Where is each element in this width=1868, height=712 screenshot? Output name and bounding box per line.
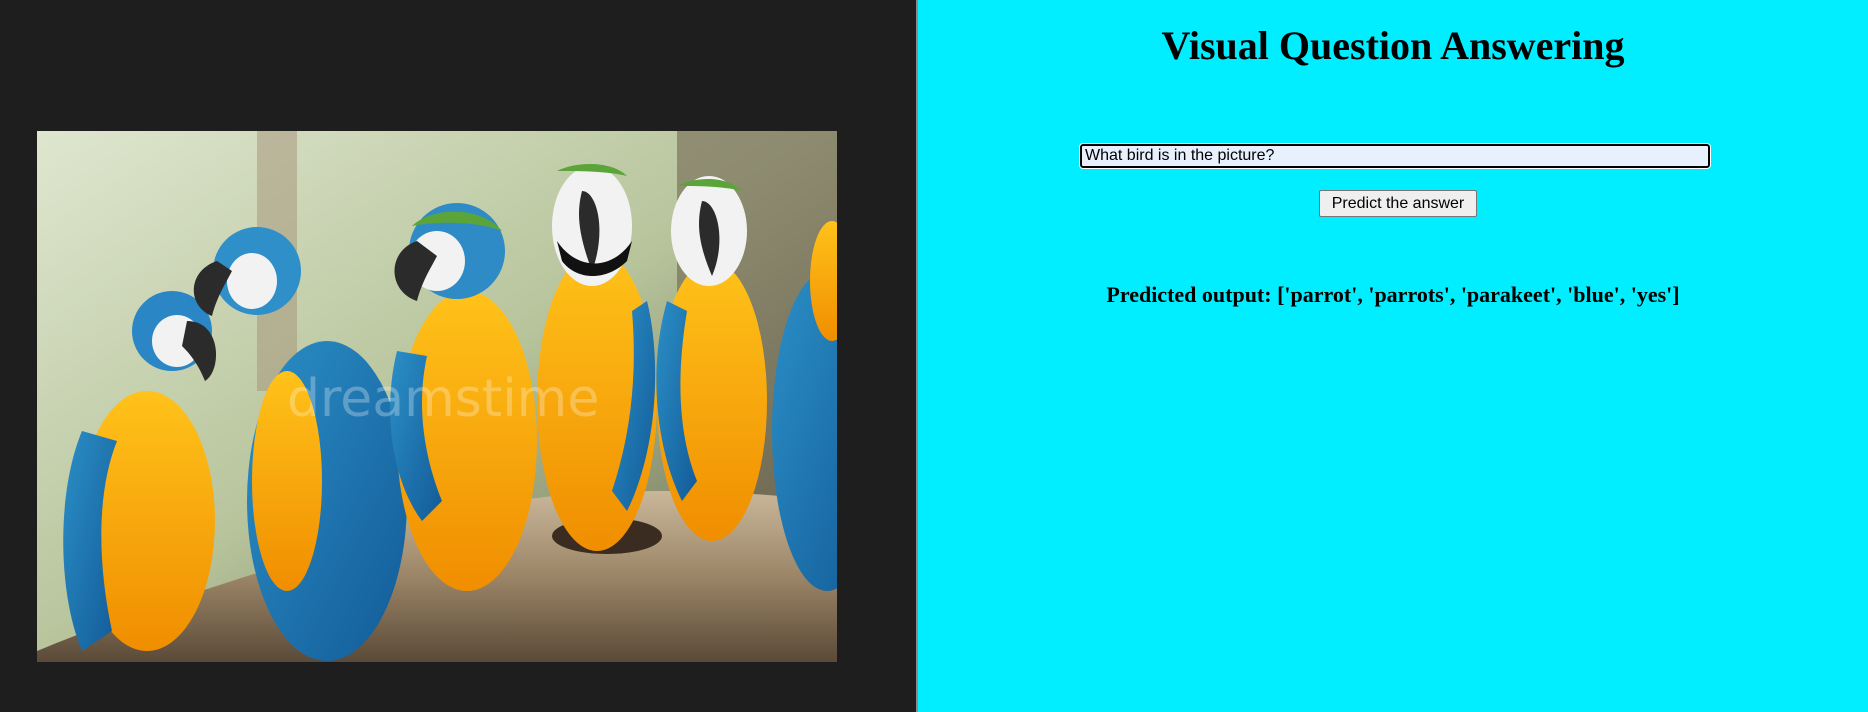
question-panel: Visual Question Answering Predict the an… (918, 0, 1868, 712)
predict-button[interactable]: Predict the answer (1319, 190, 1477, 217)
question-input[interactable] (1079, 143, 1711, 169)
page-title: Visual Question Answering (1161, 23, 1625, 68)
output-value: ['parrot', 'parrots', 'parakeet', 'blue'… (1277, 282, 1680, 307)
image-panel: dreamstime (0, 0, 916, 712)
parrots-photo: dreamstime (37, 131, 837, 662)
uploaded-image: dreamstime (37, 131, 837, 662)
image-watermark: dreamstime (287, 369, 599, 429)
prediction-output: Predicted output: ['parrot', 'parrots', … (918, 282, 1868, 308)
output-label: Predicted output: (1106, 282, 1272, 307)
